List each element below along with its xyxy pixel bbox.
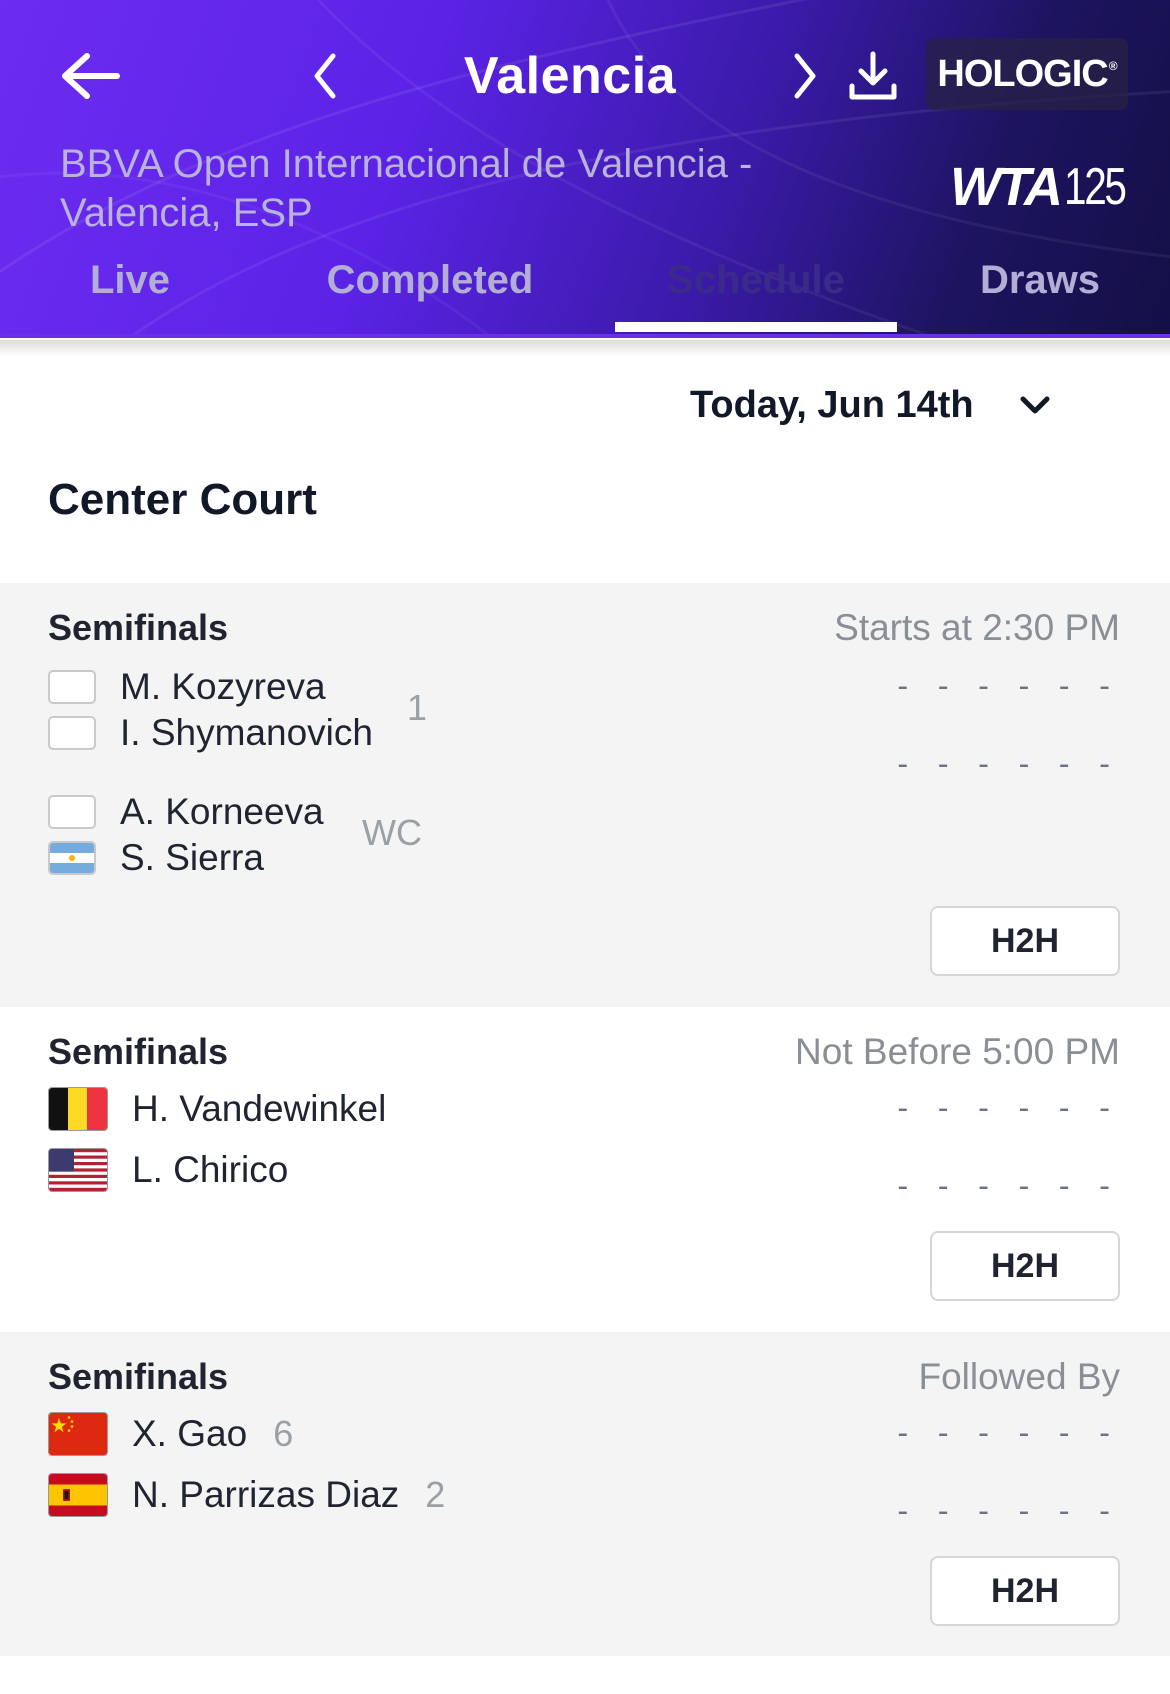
wta-tier-text: 125 — [1063, 158, 1127, 216]
app-header: Valencia HOLOGIC ® BBVA Open Internaciona… — [0, 0, 1170, 338]
chevron-right-icon — [794, 53, 816, 99]
date-label: Today, Jun 14th — [690, 383, 974, 426]
flag-icon — [48, 716, 96, 750]
tab-draws[interactable]: Draws — [960, 242, 1120, 318]
court-title: Center Court — [48, 475, 317, 524]
score-placeholder: - - - - - - — [897, 669, 1120, 704]
tab-bar: Live Completed Schedule Draws — [0, 242, 1170, 334]
download-icon — [849, 51, 897, 100]
date-dropdown[interactable]: Today, Jun 14th — [690, 370, 1070, 440]
player-row[interactable]: M. Kozyreva — [48, 665, 326, 709]
back-button[interactable] — [52, 40, 128, 112]
match-card[interactable]: Semifinals Starts at 2:30 PM M. Kozyreva… — [0, 583, 1170, 1007]
arrow-left-icon — [62, 53, 120, 99]
wta-125-logo: WTA 125 — [950, 158, 1140, 214]
player-name: N. Parrizas Diaz — [132, 1474, 400, 1515]
spain-flag-icon — [48, 1473, 108, 1517]
match-round: Semifinals — [48, 607, 229, 648]
match-status: Starts at 2:30 PM — [834, 607, 1120, 648]
player-name: H. Vandewinkel — [132, 1088, 387, 1129]
player-name: L. Chirico — [132, 1149, 289, 1190]
tournament-subtitle: BBVA Open Internacional de Valencia - Va… — [60, 142, 753, 235]
sponsor-trademark: ® — [1108, 59, 1118, 73]
player-name: S. Sierra — [120, 837, 264, 878]
team-entry-tag: WC — [362, 812, 422, 853]
player-seed: 6 — [273, 1413, 294, 1454]
match-round: Semifinals — [48, 1356, 229, 1397]
score-placeholder: - - - - - - — [897, 747, 1120, 782]
download-button[interactable] — [842, 40, 904, 112]
belgium-flag-icon — [48, 1087, 108, 1131]
match-card[interactable]: Semifinals Followed By X. Gao 6 - - - - … — [0, 1332, 1170, 1656]
sponsor-logo[interactable]: HOLOGIC ® — [926, 38, 1128, 110]
player-name: A. Korneeva — [120, 791, 324, 832]
player-row[interactable]: L. Chirico — [48, 1148, 288, 1192]
player-row[interactable]: N. Parrizas Diaz 2 — [48, 1473, 445, 1517]
tab-completed[interactable]: Completed — [300, 242, 560, 318]
next-tournament-button[interactable] — [780, 40, 830, 112]
match-status: Not Before 5:00 PM — [795, 1031, 1120, 1072]
player-seed: 2 — [425, 1474, 446, 1515]
score-placeholder: - - - - - - — [897, 1494, 1120, 1529]
active-tab-indicator — [615, 322, 897, 332]
chevron-down-icon — [1018, 394, 1052, 416]
header-shadow — [0, 340, 1170, 356]
h2h-button[interactable]: H2H — [930, 906, 1120, 976]
player-row[interactable]: X. Gao 6 — [48, 1412, 293, 1456]
previous-tournament-button[interactable] — [300, 40, 350, 112]
score-placeholder: - - - - - - — [897, 1416, 1120, 1451]
player-name: I. Shymanovich — [120, 712, 373, 753]
page-title: Valencia — [463, 47, 677, 105]
player-name: M. Kozyreva — [120, 666, 326, 707]
match-round: Semifinals — [48, 1031, 229, 1072]
china-flag-icon — [48, 1412, 108, 1456]
argentina-flag-icon — [48, 841, 96, 875]
match-status: Followed By — [918, 1356, 1120, 1397]
usa-flag-icon — [48, 1148, 108, 1192]
flag-icon — [48, 795, 96, 829]
score-placeholder: - - - - - - — [897, 1169, 1120, 1204]
score-placeholder: - - - - - - — [897, 1091, 1120, 1126]
player-row[interactable]: H. Vandewinkel — [48, 1087, 386, 1131]
player-row[interactable]: I. Shymanovich — [48, 711, 373, 755]
player-name: X. Gao — [132, 1413, 248, 1454]
tab-schedule[interactable]: Schedule — [615, 242, 897, 318]
h2h-button[interactable]: H2H — [930, 1556, 1120, 1626]
chevron-left-icon — [314, 53, 336, 99]
team-seed: 1 — [407, 687, 428, 728]
sponsor-name: HOLOGIC — [937, 52, 1108, 95]
player-row[interactable]: S. Sierra — [48, 836, 264, 880]
wta-logo-text: WTA — [950, 157, 1063, 217]
flag-icon — [48, 670, 96, 704]
match-card[interactable]: Semifinals Not Before 5:00 PM H. Vandewi… — [0, 1007, 1170, 1332]
h2h-button[interactable]: H2H — [930, 1231, 1120, 1301]
tab-live[interactable]: Live — [60, 242, 200, 318]
player-row[interactable]: A. Korneeva — [48, 790, 324, 834]
